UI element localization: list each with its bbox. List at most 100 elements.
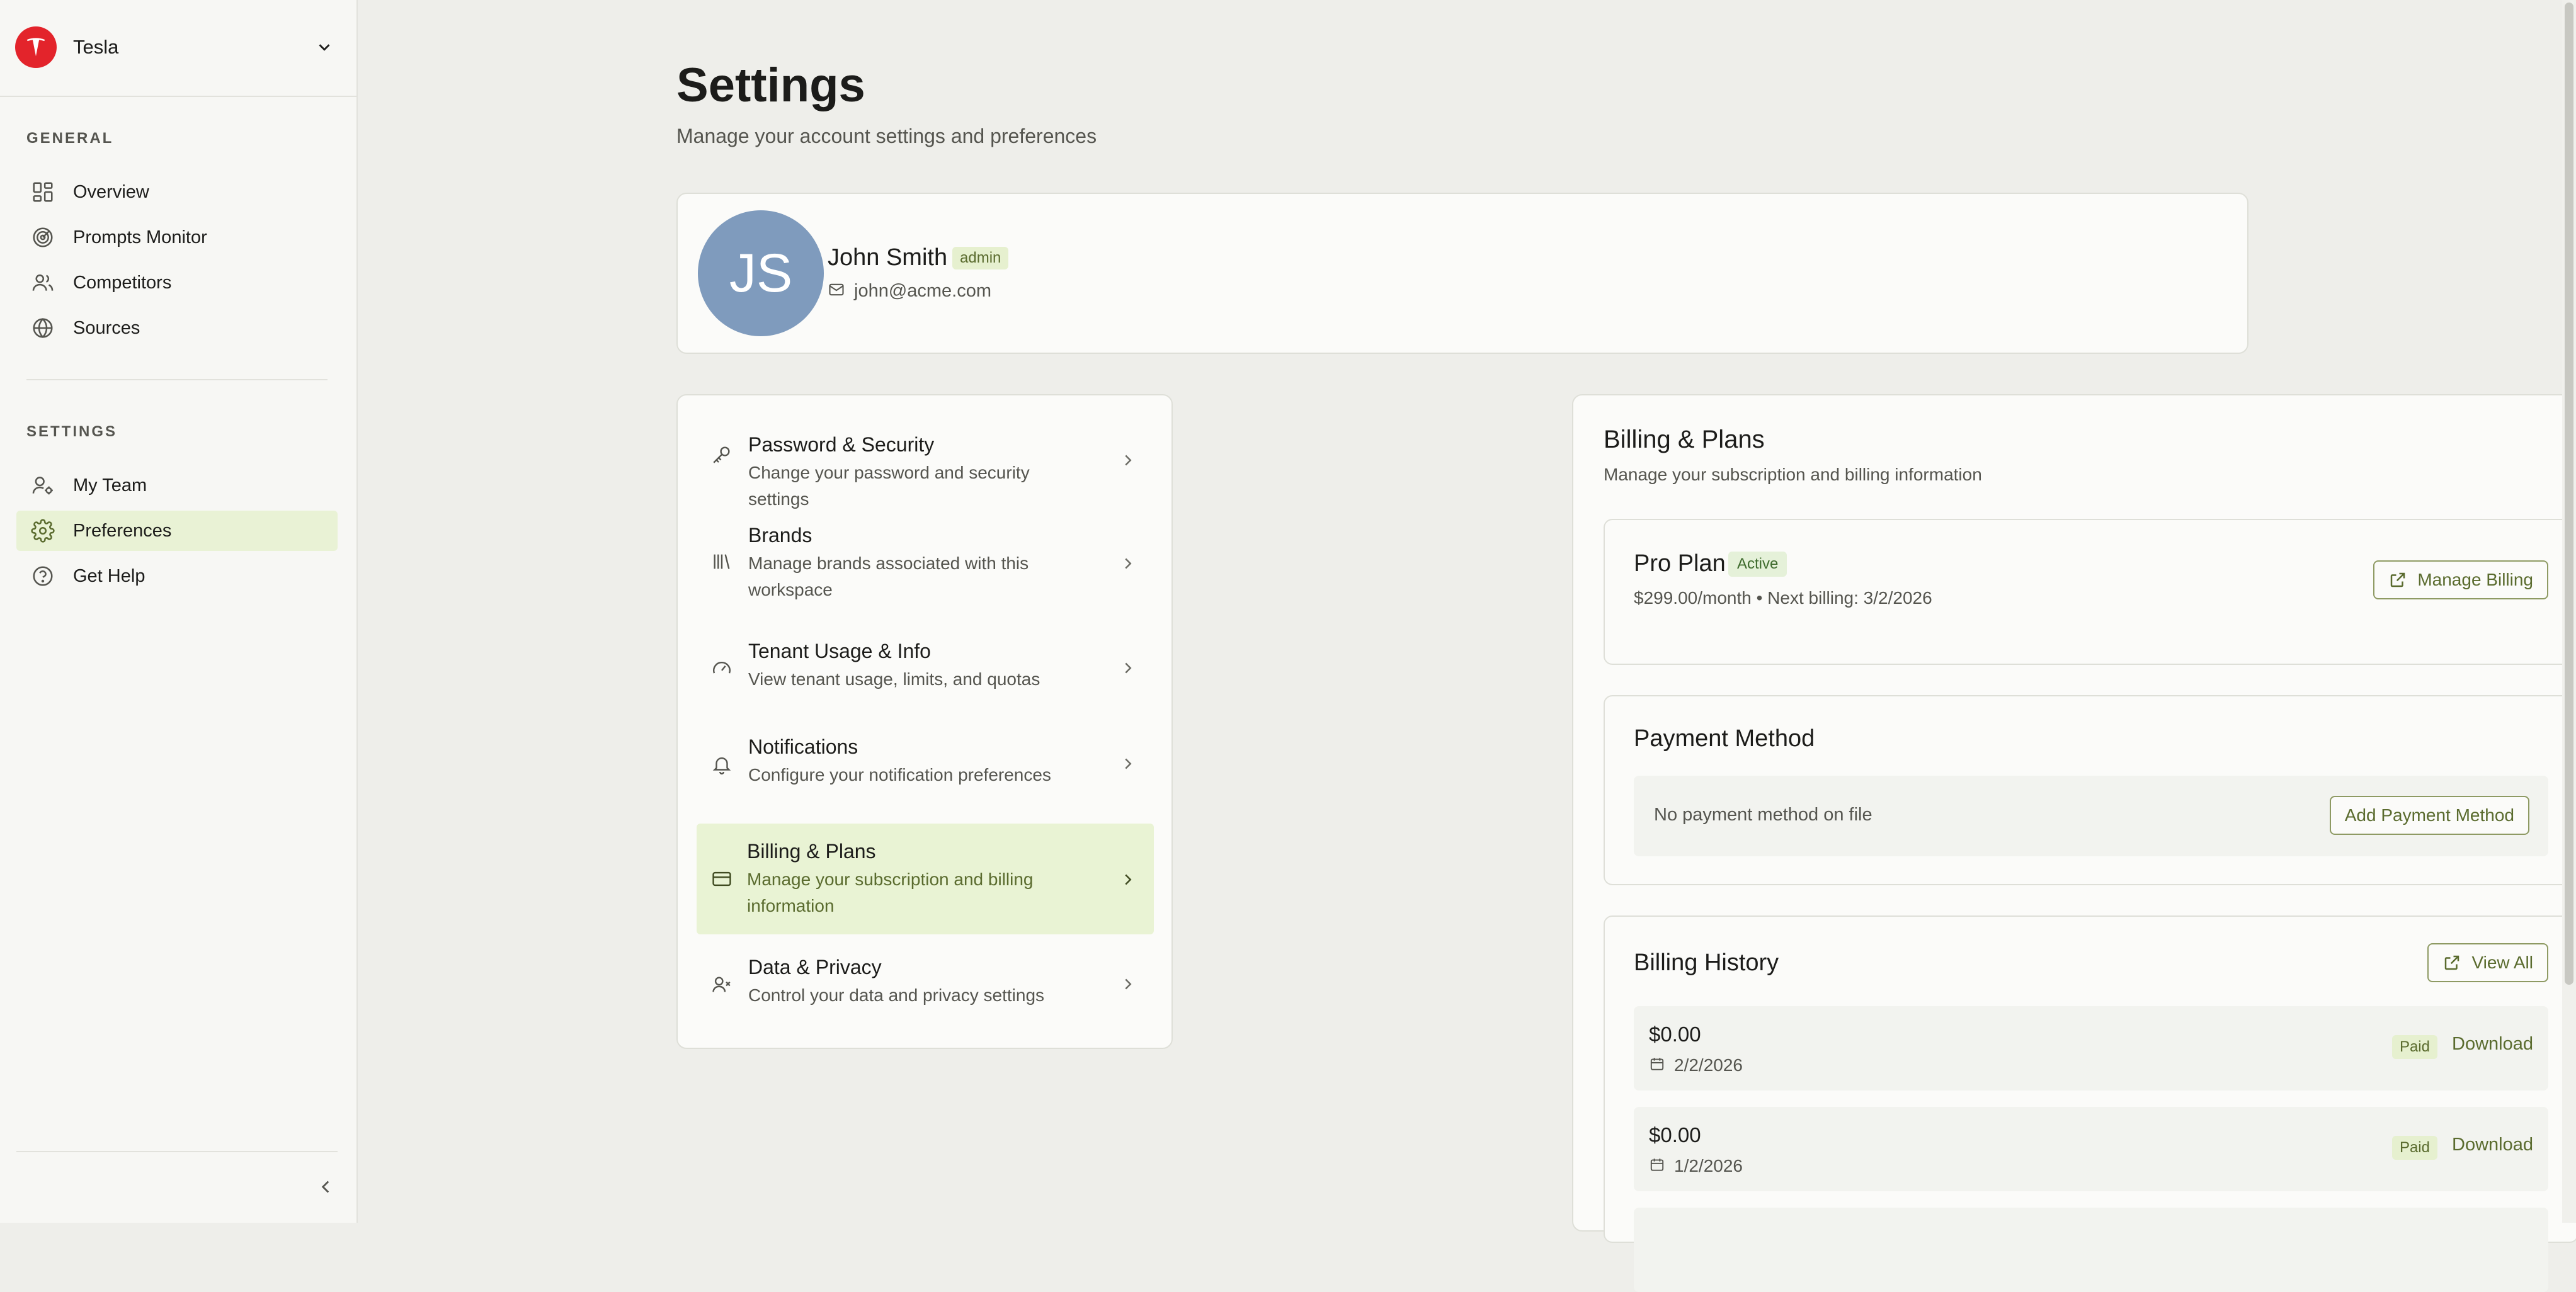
menu-item-subtitle: View tenant usage, limits, and quotas xyxy=(748,669,1040,689)
sidebar-item-prompts-monitor[interactable]: Prompts Monitor xyxy=(16,217,338,258)
mail-icon xyxy=(828,281,845,302)
invoice-amount: $0.00 xyxy=(1649,1023,1701,1046)
menu-item-title: Billing & Plans xyxy=(747,840,876,863)
chevron-right-icon xyxy=(1125,455,1132,466)
payment-method-title: Payment Method xyxy=(1634,725,1815,752)
download-invoice-link[interactable]: Download xyxy=(2452,1135,2533,1155)
plan-price: $299.00/month • Next billing: 3/2/2026 xyxy=(1634,588,1932,608)
workspace-switcher[interactable]: Tesla xyxy=(15,25,343,69)
user-name: John Smith xyxy=(828,244,948,271)
calendar-icon xyxy=(1649,1157,1665,1176)
billing-history-row: $0.00 1/2/2026 Paid Download xyxy=(1634,1107,2548,1191)
payment-method-card: Payment Method No payment method on file… xyxy=(1604,695,2576,885)
user-x-icon xyxy=(709,972,734,997)
sidebar-item-label: My Team xyxy=(73,475,147,496)
menu-item-title: Password & Security xyxy=(748,433,935,456)
menu-item-billing-plans[interactable]: Billing & Plans Manage your subscription… xyxy=(697,824,1154,934)
radar-icon xyxy=(28,222,58,252)
menu-item-title: Tenant Usage & Info xyxy=(748,640,931,662)
menu-item-data-privacy[interactable]: Data & Privacy Control your data and pri… xyxy=(697,949,1154,1020)
chevron-right-icon xyxy=(1125,662,1132,674)
settings-menu: Password & Security Change your password… xyxy=(676,394,1173,1049)
section-heading-settings: SETTINGS xyxy=(26,423,118,440)
plan-status-badge: Active xyxy=(1728,552,1787,577)
user-email: john@acme.com xyxy=(854,281,992,301)
invoice-date-row: 1/2/2026 xyxy=(1649,1156,1743,1176)
billing-history-row: $0.00 2/2/2026 Paid Download xyxy=(1634,1006,2548,1091)
payment-method-row: No payment method on file Add Payment Me… xyxy=(1634,776,2548,856)
plan-card: Pro Plan Active $299.00/month • Next bil… xyxy=(1604,519,2576,665)
sidebar-item-preferences[interactable]: Preferences xyxy=(16,511,338,551)
sidebar: Tesla GENERAL Overview Prompts Monitor C… xyxy=(0,0,358,1223)
sidebar-divider xyxy=(16,1151,338,1152)
menu-item-subtitle: Control your data and privacy settings xyxy=(748,985,1045,1005)
billing-history-card: Billing History View All $0.00 2/2/2026 … xyxy=(1604,915,2576,1292)
key-icon xyxy=(709,442,734,467)
add-payment-method-label: Add Payment Method xyxy=(2344,805,2514,825)
credit-card-icon xyxy=(709,866,734,892)
payment-method-empty: No payment method on file xyxy=(1654,805,1872,825)
page-title: Settings xyxy=(676,59,865,112)
avatar: JS xyxy=(698,210,824,336)
sidebar-item-label: Get Help xyxy=(73,565,145,586)
user-email-row: john@acme.com xyxy=(828,281,991,302)
sidebar-item-competitors[interactable]: Competitors xyxy=(16,263,338,303)
page-subtitle: Manage your account settings and prefere… xyxy=(676,125,1097,147)
external-link-icon xyxy=(2388,570,2407,589)
calendar-icon xyxy=(1649,1056,1665,1075)
sidebar-item-label: Competitors xyxy=(73,272,172,293)
role-badge: admin xyxy=(952,247,1009,269)
menu-item-subtitle: Manage your subscription and billing inf… xyxy=(747,870,1034,915)
library-icon xyxy=(709,549,734,574)
globe-icon xyxy=(28,313,58,343)
invoice-date-row: 2/2/2026 xyxy=(1649,1055,1743,1075)
billing-history-title: Billing History xyxy=(1634,949,1779,976)
scrollbar-thumb[interactable] xyxy=(2565,3,2573,985)
help-circle-icon xyxy=(28,561,58,591)
users-icon xyxy=(28,268,58,298)
billing-panel: Billing & Plans Manage your subscription… xyxy=(1572,394,2576,1292)
dashboard-grid-icon xyxy=(28,177,58,207)
gauge-icon xyxy=(709,656,734,681)
invoice-date: 2/2/2026 xyxy=(1674,1055,1743,1075)
chevron-down-icon[interactable] xyxy=(315,38,334,60)
scrollbar[interactable] xyxy=(2562,0,2576,1223)
menu-item-title: Data & Privacy xyxy=(748,956,882,978)
sidebar-item-label: Preferences xyxy=(73,520,172,541)
menu-item-subtitle: Manage brands associated with this works… xyxy=(748,553,1029,599)
manage-billing-button[interactable]: Manage Billing xyxy=(2373,560,2548,599)
add-payment-method-button[interactable]: Add Payment Method xyxy=(2329,796,2529,835)
billing-subtitle: Manage your subscription and billing inf… xyxy=(1604,465,1982,484)
download-invoice-link[interactable]: Download xyxy=(2452,1034,2533,1055)
chevron-right-icon xyxy=(1125,874,1132,885)
invoice-date: 1/2/2026 xyxy=(1674,1156,1743,1176)
section-heading-general: GENERAL xyxy=(26,130,114,147)
manage-billing-label: Manage Billing xyxy=(2417,570,2533,589)
sidebar-item-overview[interactable]: Overview xyxy=(16,172,338,212)
main-content: Settings Manage your account settings an… xyxy=(359,0,2576,1292)
billing-title: Billing & Plans xyxy=(1604,426,1765,453)
sidebar-item-label: Prompts Monitor xyxy=(73,227,207,247)
tesla-logo xyxy=(15,26,57,68)
chevron-right-icon xyxy=(1125,758,1132,769)
menu-item-subtitle: Change your password and security settin… xyxy=(748,463,1030,509)
sidebar-item-sources[interactable]: Sources xyxy=(16,308,338,348)
menu-item-password-security[interactable]: Password & Security Change your password… xyxy=(697,426,1154,509)
menu-item-tenant-usage[interactable]: Tenant Usage & Info View tenant usage, l… xyxy=(697,633,1154,704)
menu-item-notifications[interactable]: Notifications Configure your notificatio… xyxy=(697,729,1154,800)
menu-item-subtitle: Configure your notification preferences xyxy=(748,765,1051,785)
collapse-sidebar-icon[interactable] xyxy=(315,1176,336,1201)
profile-card: JS John Smith admin john@acme.com xyxy=(676,193,2248,354)
menu-item-brands[interactable]: Brands Manage brands associated with thi… xyxy=(697,519,1154,607)
view-all-button[interactable]: View All xyxy=(2427,943,2548,982)
bell-icon xyxy=(709,752,734,777)
sidebar-item-label: Sources xyxy=(73,317,140,338)
billing-history-row xyxy=(1634,1208,2548,1292)
user-gear-icon xyxy=(28,470,58,501)
sidebar-item-my-team[interactable]: My Team xyxy=(16,465,338,506)
invoice-status-badge: Paid xyxy=(2391,1136,2437,1160)
sidebar-item-label: Overview xyxy=(73,181,149,202)
sidebar-divider xyxy=(26,379,328,380)
menu-item-title: Brands xyxy=(748,524,812,547)
sidebar-item-get-help[interactable]: Get Help xyxy=(16,556,338,596)
